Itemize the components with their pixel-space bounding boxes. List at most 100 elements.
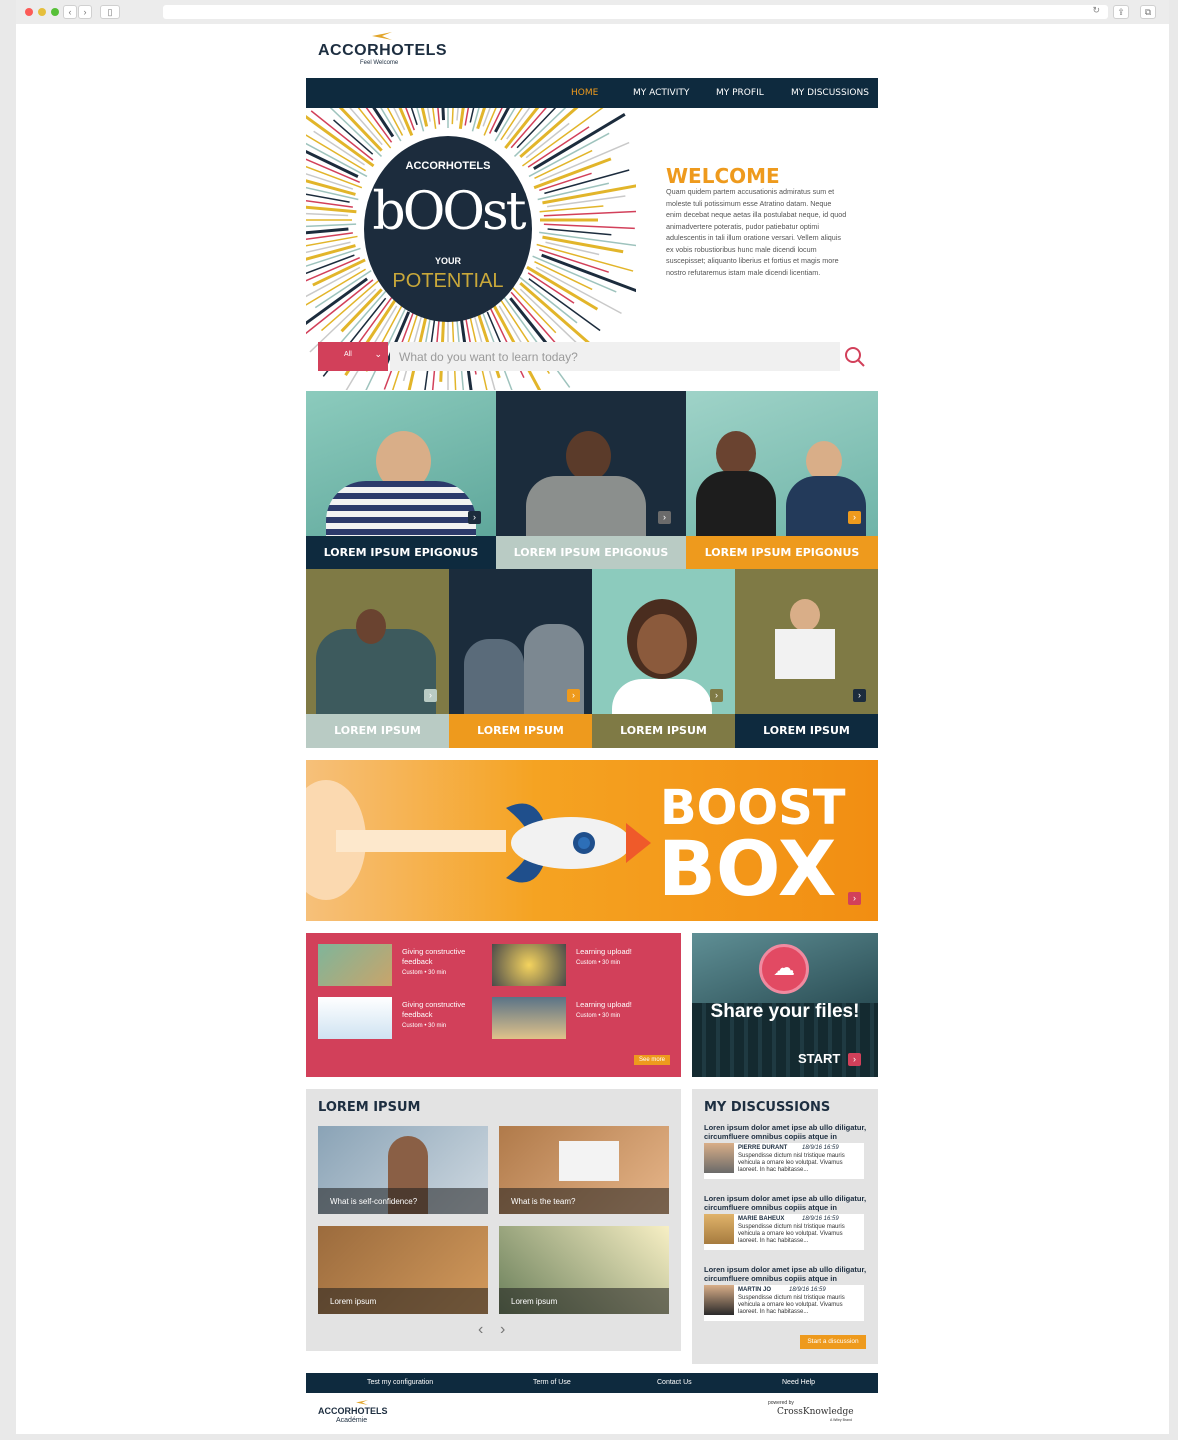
main-nav: HOME MY ACTIVITY MY PROFIL MY DISCUSSION… [306,78,878,108]
share-start[interactable]: START [798,1051,840,1066]
tile-small-1[interactable]: › LOREM IPSUM [306,569,449,748]
footer-link-contact[interactable]: Contact Us [657,1379,692,1386]
rocket-icon [506,803,651,883]
tile-large-3[interactable]: › LOREM IPSUM EPIGONUS [686,391,878,569]
course-thumb[interactable] [492,944,566,986]
card-caption: Lorem ipsum [499,1288,669,1314]
tile-arrow-icon[interactable]: › [468,511,481,524]
reply-date: 18/9/16 16:59 [789,1287,826,1293]
course-thumb[interactable] [318,944,392,986]
footer-link-test-config[interactable]: Test my configuration [367,1379,433,1386]
tile-label: LOREM IPSUM EPIGONUS [306,536,496,569]
tile-label: LOREM IPSUM [735,714,878,748]
sidebar-icon[interactable]: ▯ [100,5,120,19]
discussion-item[interactable]: Loren ipsum dolor amet ipse ab ullo dili… [704,1265,869,1321]
start-discussion-button[interactable]: Start a discussion [800,1335,866,1349]
minimize-window-icon[interactable] [38,8,46,16]
tile-label: LOREM IPSUM EPIGONUS [686,536,878,569]
tile-arrow-icon[interactable]: › [710,689,723,702]
course-meta: Custom • 30 min [402,1023,447,1029]
ck-sub: A Wiley Brand [830,1418,852,1422]
tile-arrow-icon[interactable]: › [424,689,437,702]
tile-arrow-icon[interactable]: › [848,511,861,524]
address-bar[interactable]: ↻ [163,5,1108,19]
close-window-icon[interactable] [25,8,33,16]
welcome-text: Quam quidem partem accusationis admiratu… [666,187,847,277]
course-thumb[interactable] [318,997,392,1039]
browser-toolbar: ‹ › ▯ ↻ ⇪ ⧉ [16,0,1169,24]
content-card[interactable]: What is self-confidence? [318,1126,488,1214]
reply-text: Suspendisse dictum nisl tristique mauris… [738,1295,845,1315]
tile-arrow-icon[interactable]: › [567,689,580,702]
badge-title: bOOst [372,182,526,242]
tile-large-1[interactable]: › LOREM IPSUM EPIGONUS [306,391,496,569]
content-card[interactable]: Lorem ipsum [499,1226,669,1314]
tile-label: LOREM IPSUM [449,714,592,748]
boost-box-arrow-icon[interactable]: › [848,892,861,905]
course-meta: Custom • 30 min [402,970,447,976]
course-title[interactable]: Giving constructive feedback [402,947,477,967]
tile-small-4[interactable]: › LOREM IPSUM [735,569,878,748]
tile-label: LOREM IPSUM EPIGONUS [496,536,686,569]
ck-text: CrossKnowledge [777,1407,854,1417]
course-title[interactable]: Giving constructive feedback [402,1000,477,1020]
tile-large-2[interactable]: › LOREM IPSUM EPIGONUS [496,391,686,569]
course-meta: Custom • 30 min [576,960,621,966]
nav-home[interactable]: HOME [571,88,598,98]
tile-arrow-icon[interactable]: › [853,689,866,702]
tile-label: LOREM IPSUM [306,714,449,748]
footer-academie: Académie [336,1417,368,1424]
discussion-item[interactable]: Loren ipsum dolor amet ipse ab ullo dili… [704,1123,869,1179]
tile-arrow-icon[interactable]: › [658,511,671,524]
share-icon[interactable]: ⇪ [1113,5,1129,19]
share-arrow-icon[interactable]: › [848,1053,861,1066]
zoom-window-icon[interactable] [51,8,59,16]
hero-banner: ACCORHOTELS bOOst YOUR POTENTIAL WELCOME… [306,108,878,390]
search-icon[interactable] [844,346,866,368]
discussion-question: Loren ipsum dolor amet ipse ab ullo dili… [704,1265,867,1283]
forward-icon[interactable]: › [78,5,92,19]
nav-my-activity[interactable]: MY ACTIVITY [633,88,689,98]
tabs-icon[interactable]: ⧉ [1140,5,1156,19]
avatar [704,1285,734,1315]
tile-small-3[interactable]: › LOREM IPSUM [592,569,735,748]
powered-by: powered by [768,1400,794,1406]
accorhotels-logo[interactable]: ACCORHOTELS Feel Welcome [318,30,458,70]
discussions-panel: MY DISCUSSIONS Loren ipsum dolor amet ip… [692,1089,878,1364]
reply-author: MARIE BAHEUX [738,1216,785,1222]
reload-icon[interactable]: ↻ [1092,5,1100,16]
logo-arrow-icon [356,1400,368,1405]
course-thumb[interactable] [492,997,566,1039]
content-card[interactable]: Lorem ipsum [318,1226,488,1314]
footer-accorhotels-logo[interactable]: ACCORHOTELS Académie [318,1400,408,1426]
crossknowledge-logo[interactable]: powered by CrossKnowledge A Wiley Brand [768,1400,872,1426]
course-meta: Custom • 30 min [576,1013,621,1019]
see-more-button[interactable]: See more [634,1055,670,1065]
discussion-question: Loren ipsum dolor amet ipse ab ullo dili… [704,1194,867,1212]
tile-small-2[interactable]: › LOREM IPSUM [449,569,592,748]
boost-box-line2: BOX [658,824,837,913]
share-files-panel[interactable]: ☁ Share your files! START › [692,933,878,1077]
search-filter-select[interactable]: All ⌄ [318,342,388,371]
carousel-next-icon[interactable]: › [500,1321,505,1339]
boost-box-banner[interactable]: BOOST BOX › [306,760,878,921]
logo-tagline: Feel Welcome [360,60,399,66]
logo-arrow-icon [372,32,392,40]
footer-link-terms[interactable]: Term of Use [533,1379,571,1386]
avatar [704,1143,734,1173]
nav-my-discussions[interactable]: MY DISCUSSIONS [791,88,869,98]
content-card[interactable]: What is the team? [499,1126,669,1214]
reply-text: Suspendisse dictum nisl tristique mauris… [738,1153,845,1173]
badge-brand: ACCORHOTELS [405,160,491,172]
search-input[interactable]: What do you want to learn today? [390,342,840,371]
carousel-prev-icon[interactable]: ‹ [478,1321,483,1339]
lorem-section-title: LOREM IPSUM [318,1100,421,1115]
portal: ACCORHOTELS Feel Welcome HOME MY ACTIVIT… [306,24,878,1434]
nav-my-profil[interactable]: MY PROFIL [716,88,764,98]
reply-author: MARTIN JO [738,1287,771,1293]
back-icon[interactable]: ‹ [63,5,77,19]
course-title[interactable]: Learning upload! [576,1000,651,1010]
discussion-item[interactable]: Loren ipsum dolor amet ipse ab ullo dili… [704,1194,869,1250]
footer-link-help[interactable]: Need Help [782,1379,815,1386]
course-title[interactable]: Learning upload! [576,947,651,957]
